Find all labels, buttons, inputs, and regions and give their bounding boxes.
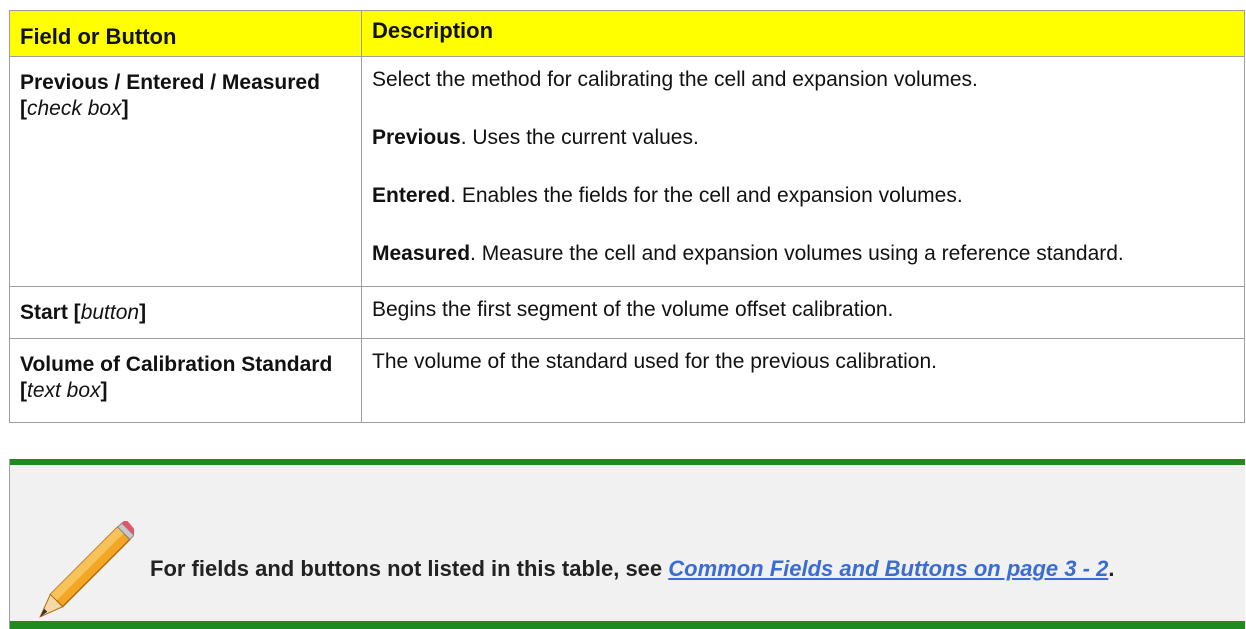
note-suffix: . (1108, 556, 1115, 581)
field-name: Start [ (20, 301, 81, 324)
description-cell: The volume of the standard used for the … (362, 339, 1244, 422)
field-name-cell: Start [button] (10, 287, 362, 338)
description-text: The volume of the standard used for the … (372, 350, 937, 373)
description-paragraph: Previous. Uses the current values. (372, 124, 1234, 152)
field-bracket: ] (100, 379, 108, 402)
field-bracket: [ (20, 97, 27, 120)
field-bracket: ] (139, 301, 147, 324)
option-name: Entered (372, 184, 451, 207)
description-text: Select the method for calibrating the ce… (372, 68, 978, 91)
field-name: Previous / Entered / Measured (20, 71, 320, 94)
note-prefix: For fields and buttons not listed in thi… (150, 556, 669, 581)
description-cell: Begins the first segment of the volume o… (362, 287, 1244, 338)
description-paragraph: Entered. Enables the fields for the cell… (372, 182, 1234, 210)
field-type: text box (27, 379, 101, 402)
header-field-or-button: Field or Button (10, 11, 362, 56)
field-type: button (80, 301, 140, 324)
description-text: Begins the first segment of the volume o… (372, 298, 894, 321)
description-text: . Uses the current values. (460, 126, 699, 149)
option-name: Measured (372, 242, 471, 265)
description-text: . Enables the fields for the cell and ex… (450, 184, 963, 207)
pencil-icon (32, 518, 137, 623)
field-bracket: ] (121, 97, 129, 120)
description-cell: Select the method for calibrating the ce… (362, 57, 1244, 286)
table-header-row: Field or Button Description (9, 10, 1245, 57)
table-row: Volume of Calibration Standard [text box… (9, 339, 1245, 423)
note-box: For fields and buttons not listed in thi… (9, 459, 1245, 629)
note-top-rule (10, 459, 1245, 465)
description-paragraph: Select the method for calibrating the ce… (372, 66, 1234, 94)
field-name-cell: Previous / Entered / Measured [check box… (10, 57, 362, 286)
description-paragraph: Measured. Measure the cell and expansion… (372, 240, 1234, 268)
note-text: For fields and buttons not listed in thi… (150, 551, 1220, 587)
description-text: . Measure the cell and expansion volumes… (470, 242, 1124, 265)
note-bottom-rule (10, 621, 1245, 629)
common-fields-link[interactable]: Common Fields and Buttons on page 3 - 2 (668, 556, 1108, 581)
field-name-cell: Volume of Calibration Standard [text box… (10, 339, 362, 422)
field-description-table: Field or Button Description Previous / E… (9, 10, 1245, 423)
header-description: Description (372, 17, 494, 43)
option-name: Previous (372, 126, 461, 149)
field-type: check box (27, 97, 122, 120)
table-row: Previous / Entered / Measured [check box… (9, 57, 1245, 287)
table-row: Start [button] Begins the first segment … (9, 287, 1245, 339)
